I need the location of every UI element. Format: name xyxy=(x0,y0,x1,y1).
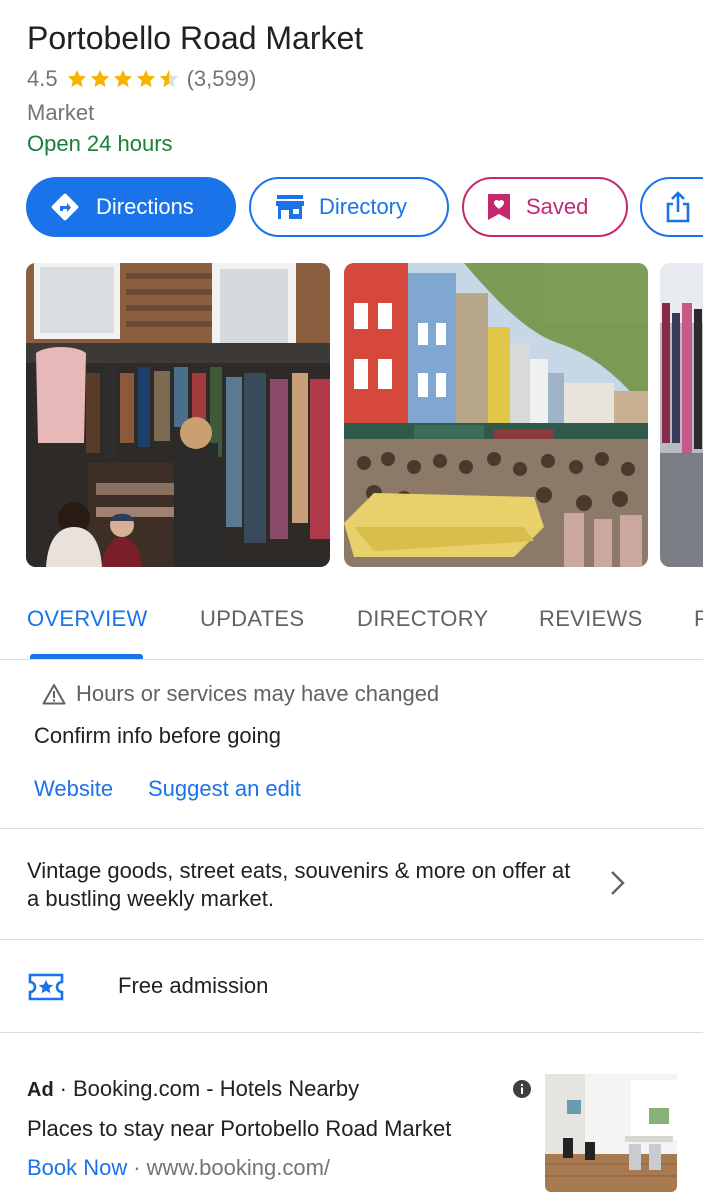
action-chips: Directions Directory Saved xyxy=(26,177,703,237)
notice-subtitle: Confirm info before going xyxy=(34,723,282,748)
ad-badge: Ad xyxy=(27,1079,54,1101)
website-link[interactable]: Website xyxy=(34,776,113,802)
active-tab-indicator xyxy=(30,654,143,659)
bookmark-heart-icon xyxy=(488,194,510,220)
book-now-link[interactable]: Book Now xyxy=(27,1155,127,1180)
storefront-icon xyxy=(276,195,304,219)
photo-clothing-rack[interactable] xyxy=(660,263,703,567)
notice-title: Hours or services may have changed xyxy=(42,681,439,707)
ad-body: Places to stay near Portobello Road Mark… xyxy=(27,1116,452,1141)
share-button[interactable] xyxy=(640,177,703,237)
ad-dot: · xyxy=(133,1155,141,1180)
chevron-right-icon xyxy=(611,871,625,895)
reviews-count[interactable]: (3,599) xyxy=(187,66,257,92)
ad-thumbnail[interactable] xyxy=(545,1060,677,1192)
star-icon xyxy=(67,69,86,88)
star-icon xyxy=(136,69,155,88)
description-text: Vintage goods, street eats, souvenirs & … xyxy=(27,858,571,911)
rating-row[interactable]: 4.5 (3,599) xyxy=(27,66,256,92)
directions-button[interactable]: Directions xyxy=(26,177,236,237)
saved-button[interactable]: Saved xyxy=(462,177,628,237)
tab-overview[interactable]: OVERVIEW xyxy=(27,606,148,632)
notice-title-text: Hours or services may have changed xyxy=(76,681,440,706)
ad-url[interactable]: www.booking.com/ xyxy=(147,1155,330,1180)
warning-icon xyxy=(42,684,66,705)
photo-street-view[interactable] xyxy=(344,263,648,567)
hours-notice: Hours or services may have changed Confi… xyxy=(0,661,703,829)
star-icon xyxy=(90,69,109,88)
ad-separator: · xyxy=(59,1076,67,1101)
ad-headline-row[interactable]: Ad · Booking.com - Hotels Nearby xyxy=(27,1076,359,1102)
tab-directory[interactable]: DIRECTORY xyxy=(357,606,488,632)
place-category: Market xyxy=(27,100,95,125)
directory-label: Directory xyxy=(319,194,408,219)
open-status[interactable]: Open 24 hours xyxy=(27,131,173,157)
ad-footer: Book Now · www.booking.com/ xyxy=(27,1155,330,1181)
ad-card[interactable]: Ad · Booking.com - Hotels Nearby Places to… xyxy=(0,1034,703,1200)
photo-carousel[interactable] xyxy=(26,263,703,567)
admission-row[interactable]: Free admission xyxy=(0,941,703,1033)
ticket-star-icon xyxy=(28,973,64,1001)
ad-headline[interactable]: Booking.com - Hotels Nearby xyxy=(73,1076,359,1101)
star-half-icon xyxy=(159,69,178,88)
star-icon xyxy=(113,69,132,88)
tab-bar: OVERVIEW UPDATES DIRECTORY REVIEWS P xyxy=(0,600,703,660)
directions-icon xyxy=(51,193,79,221)
directions-label: Directions xyxy=(96,194,194,219)
tab-more[interactable]: P xyxy=(694,606,703,632)
photo-market-stall[interactable] xyxy=(26,263,330,567)
tab-reviews[interactable]: REVIEWS xyxy=(539,606,643,632)
share-icon xyxy=(666,191,690,223)
saved-label: Saved xyxy=(526,194,589,219)
description-row[interactable]: Vintage goods, street eats, souvenirs & … xyxy=(0,830,703,940)
tab-updates[interactable]: UPDATES xyxy=(200,606,304,632)
info-icon[interactable] xyxy=(512,1079,532,1099)
rating-value: 4.5 xyxy=(27,66,58,91)
rating-stars xyxy=(66,68,181,90)
suggest-edit-link[interactable]: Suggest an edit xyxy=(148,776,301,802)
place-title: Portobello Road Market xyxy=(27,20,364,56)
directory-button[interactable]: Directory xyxy=(249,177,449,237)
admission-text: Free admission xyxy=(118,973,269,998)
